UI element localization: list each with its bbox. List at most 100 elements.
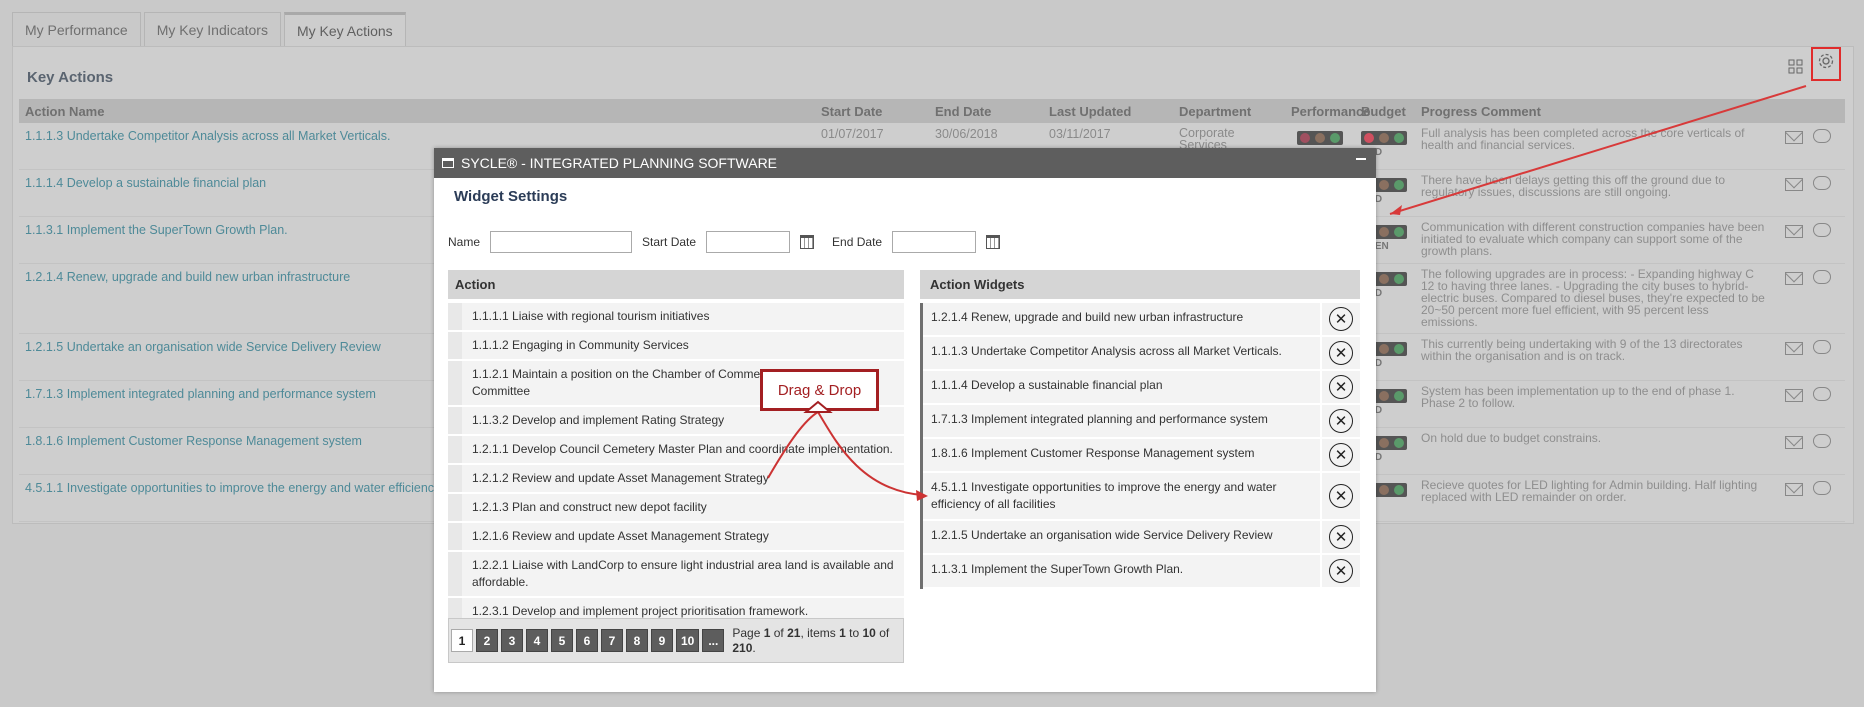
tab-my-key-indicators[interactable]: My Key Indicators [143, 12, 281, 46]
remove-widget-button[interactable]: ✕ [1320, 439, 1360, 471]
end-date: 30/06/2018 [935, 127, 998, 141]
mail-icon[interactable] [1785, 131, 1803, 144]
name-label: Name [448, 235, 481, 249]
start-date-input[interactable] [706, 231, 791, 253]
department: Corporate Services [1179, 127, 1235, 149]
action-widgets-column-header: Action Widgets [920, 270, 1360, 299]
action-link[interactable]: 1.1.1.4 Develop a sustainable financial … [25, 176, 266, 190]
page-button[interactable]: 7 [601, 629, 623, 652]
action-widget-label: 1.7.1.3 Implement integrated planning an… [931, 412, 1268, 426]
filter-bar: Name Start Date End Date [448, 230, 1018, 254]
page-button[interactable]: 1 [451, 629, 473, 652]
comment-icon[interactable] [1813, 176, 1831, 190]
page-button[interactable]: 10 [676, 629, 700, 652]
action-link[interactable]: 1.8.1.6 Implement Customer Response Mana… [25, 434, 362, 448]
action-link[interactable]: 4.5.1.1 Investigate opportunities to imp… [25, 481, 451, 495]
remove-widget-button[interactable]: ✕ [1320, 303, 1360, 335]
action-widget-label: 1.1.1.3 Undertake Competitor Analysis ac… [931, 344, 1282, 358]
remove-widget-button[interactable]: ✕ [1320, 555, 1360, 587]
action-widget-list: 1.2.1.4 Renew, upgrade and build new urb… [920, 303, 1360, 589]
minimize-icon[interactable] [1356, 158, 1366, 160]
remove-circle-icon: ✕ [1329, 375, 1353, 399]
comment-icon[interactable] [1813, 129, 1831, 143]
action-list-item[interactable]: 1.2.1.2 Review and update Asset Manageme… [448, 465, 904, 494]
action-widget-item[interactable]: 1.1.1.4 Develop a sustainable financial … [923, 371, 1360, 405]
page-button[interactable]: 5 [551, 629, 573, 652]
calendar-icon[interactable] [986, 235, 1001, 249]
action-link[interactable]: 1.2.1.4 Renew, upgrade and build new urb… [25, 270, 350, 284]
remove-widget-button[interactable]: ✕ [1320, 521, 1360, 553]
action-list-item[interactable]: 1.1.3.2 Develop and implement Rating Str… [448, 407, 904, 436]
action-widget-item[interactable]: 1.1.3.1 Implement the SuperTown Growth P… [923, 555, 1360, 589]
page-button[interactable]: 9 [651, 629, 673, 652]
action-list-item[interactable]: 1.2.1.1 Develop Council Cemetery Master … [448, 436, 904, 465]
comment-icon[interactable] [1813, 223, 1831, 237]
action-list-item[interactable]: 1.2.1.6 Review and update Asset Manageme… [448, 523, 904, 552]
action-widget-item[interactable]: 4.5.1.1 Investigate opportunities to imp… [923, 473, 1360, 521]
action-widget-item[interactable]: 1.8.1.6 Implement Customer Response Mana… [923, 439, 1360, 473]
page-button[interactable]: 2 [476, 629, 498, 652]
progress-comment: This currently being undertaking with 9 … [1421, 337, 1743, 363]
modal-heading: Widget Settings [454, 188, 568, 205]
action-widget-label: 1.8.1.6 Implement Customer Response Mana… [931, 446, 1255, 460]
mail-icon[interactable] [1785, 389, 1803, 402]
action-widget-item[interactable]: 1.2.1.4 Renew, upgrade and build new urb… [923, 303, 1360, 337]
panel-title: Key Actions [27, 69, 114, 86]
mail-icon[interactable] [1785, 178, 1803, 191]
performance-traffic-light [1297, 131, 1343, 145]
page-button[interactable]: 8 [626, 629, 648, 652]
name-input[interactable] [490, 231, 633, 253]
action-link[interactable]: 1.1.3.1 Implement the SuperTown Growth P… [25, 223, 288, 237]
header-budget: Budget [1361, 104, 1406, 119]
end-date-input[interactable] [892, 231, 977, 253]
comment-icon[interactable] [1813, 270, 1831, 284]
action-widget-label: 1.1.3.1 Implement the SuperTown Growth P… [931, 562, 1184, 576]
comment-icon[interactable] [1813, 481, 1831, 495]
mail-icon[interactable] [1785, 272, 1803, 285]
mail-icon[interactable] [1785, 225, 1803, 238]
action-widget-item[interactable]: 1.1.1.3 Undertake Competitor Analysis ac… [923, 337, 1360, 371]
page-button[interactable]: ... [702, 629, 725, 652]
page-button[interactable]: 4 [526, 629, 548, 652]
page-button[interactable]: 6 [576, 629, 598, 652]
last-updated: 03/11/2017 [1049, 127, 1111, 141]
mail-icon[interactable] [1785, 483, 1803, 496]
progress-comment: Recieve quotes for LED lighting for Admi… [1421, 478, 1758, 504]
comment-icon[interactable] [1813, 434, 1831, 448]
action-link[interactable]: 1.2.1.5 Undertake an organisation wide S… [25, 340, 381, 354]
calendar-icon[interactable] [800, 235, 815, 249]
remove-widget-button[interactable]: ✕ [1320, 405, 1360, 437]
gear-icon[interactable] [1811, 47, 1841, 81]
window-icon [442, 158, 454, 168]
progress-comment: Full analysis has been completed across … [1421, 126, 1745, 152]
action-widget-item[interactable]: 1.7.1.3 Implement integrated planning an… [923, 405, 1360, 439]
action-list-item[interactable]: 1.1.1.2 Engaging in Community Services [448, 332, 904, 361]
remove-widget-button[interactable]: ✕ [1320, 371, 1360, 403]
mail-icon[interactable] [1785, 436, 1803, 449]
action-widget-label: 1.1.1.4 Develop a sustainable financial … [931, 378, 1163, 392]
remove-widget-button[interactable]: ✕ [1320, 337, 1360, 369]
comment-icon[interactable] [1813, 340, 1831, 354]
table-header: Action Name Start Date End Date Last Upd… [19, 99, 1845, 123]
remove-circle-icon: ✕ [1329, 443, 1353, 467]
action-list-item[interactable]: 1.2.2.1 Liaise with LandCorp to ensure l… [448, 552, 904, 598]
tab-my-key-actions[interactable]: My Key Actions [283, 12, 406, 46]
modal-titlebar: SYCLE® - INTEGRATED PLANNING SOFTWARE [434, 148, 1376, 178]
tab-my-performance[interactable]: My Performance [12, 12, 141, 46]
drag-drop-callout: Drag & Drop [760, 369, 879, 411]
action-list-item[interactable]: 1.1.1.1 Liaise with regional tourism ini… [448, 303, 904, 332]
comment-icon[interactable] [1813, 387, 1831, 401]
progress-comment: On hold due to budget constrains. [1421, 431, 1602, 445]
page-button[interactable]: 3 [501, 629, 523, 652]
action-link[interactable]: 1.1.1.3 Undertake Competitor Analysis ac… [25, 129, 390, 143]
remove-widget-button[interactable]: ✕ [1320, 473, 1360, 519]
action-widget-item[interactable]: 1.2.1.5 Undertake an organisation wide S… [923, 521, 1360, 555]
action-list: 1.1.1.1 Liaise with regional tourism ini… [448, 303, 904, 627]
remove-circle-icon: ✕ [1329, 484, 1353, 508]
grid-icon[interactable] [1783, 56, 1809, 82]
action-list-item[interactable]: 1.2.1.3 Plan and construct new depot fac… [448, 494, 904, 523]
action-link[interactable]: 1.7.1.3 Implement integrated planning an… [25, 387, 376, 401]
mail-icon[interactable] [1785, 342, 1803, 355]
header-action-name: Action Name [25, 104, 105, 119]
action-widget-label: 4.5.1.1 Investigate opportunities to imp… [931, 480, 1277, 511]
